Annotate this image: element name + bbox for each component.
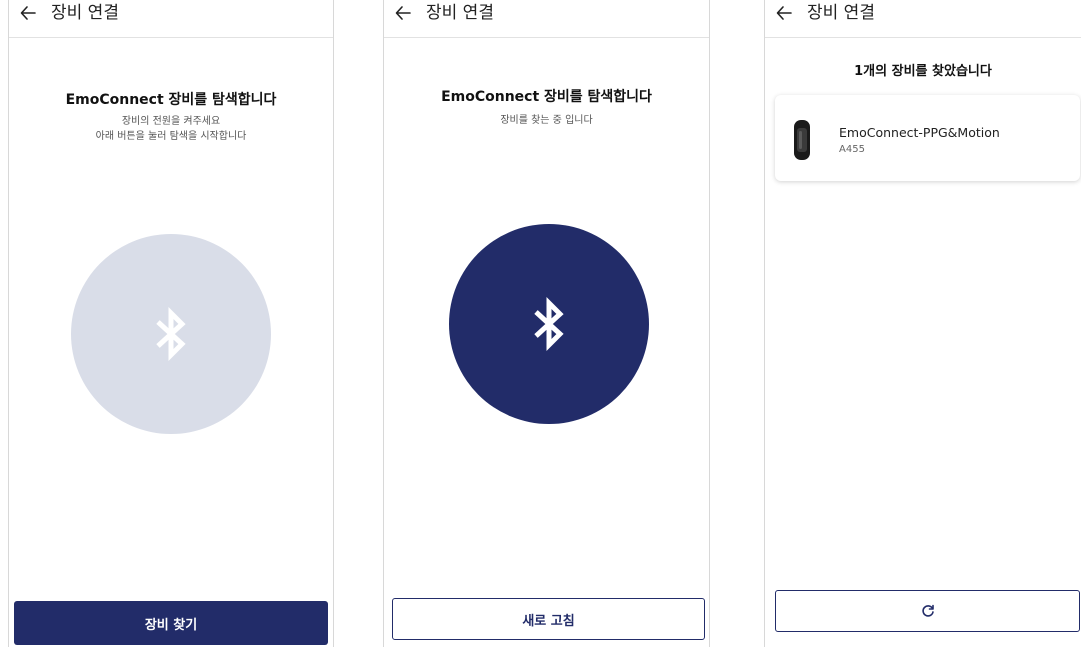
device-list-item[interactable]: EmoConnect-PPG&Motion A455 — [775, 95, 1080, 181]
app-stage: 장비 연결 EmoConnect 장비를 탐색합니다 장비의 전원을 켜주세요 … — [0, 0, 1081, 647]
screen-results: 장비 연결 1개의 장비를 찾았습니다 EmoConnect-PPG&Motio… — [764, 0, 1081, 647]
start-search-instruction: 아래 버튼을 눌러 탐색을 시작합니다 — [95, 131, 247, 142]
page-title: 장비 연결 — [807, 3, 875, 23]
refresh-icon — [921, 604, 934, 617]
wristband-icon — [794, 120, 810, 160]
power-on-instruction: 장비의 전원을 켜주세요 — [121, 116, 221, 127]
app-bar: 장비 연결 — [384, 0, 709, 38]
search-heading: EmoConnect 장비를 탐색합니다 — [65, 92, 277, 108]
device-id: A455 — [839, 144, 865, 155]
page-title: 장비 연결 — [426, 3, 494, 23]
screen-searching: 장비 연결 EmoConnect 장비를 탐색합니다 장비를 찾는 중 입니다 … — [383, 0, 710, 647]
device-name: EmoConnect-PPG&Motion — [839, 125, 1000, 140]
app-bar: 장비 연결 — [765, 0, 1081, 38]
refresh-button[interactable] — [775, 590, 1080, 632]
back-arrow-icon[interactable] — [394, 3, 412, 23]
screen-initial: 장비 연결 EmoConnect 장비를 탐색합니다 장비의 전원을 켜주세요 … — [8, 0, 334, 647]
searching-status: 장비를 찾는 중 입니다 — [500, 115, 593, 126]
back-arrow-icon[interactable] — [775, 3, 793, 23]
search-heading: EmoConnect 장비를 탐색합니다 — [441, 89, 652, 105]
bluetooth-circle-active[interactable] — [449, 224, 649, 424]
bluetooth-circle-idle[interactable] — [71, 234, 271, 434]
app-bar: 장비 연결 — [9, 0, 333, 38]
bluetooth-icon — [156, 306, 186, 362]
find-device-button[interactable]: 장비 찾기 — [14, 601, 328, 645]
results-heading: 1개의 장비를 찾았습니다 — [854, 64, 992, 79]
page-title: 장비 연결 — [51, 3, 119, 23]
back-arrow-icon[interactable] — [19, 3, 37, 23]
bluetooth-icon — [534, 296, 564, 352]
refresh-button[interactable]: 새로 고침 — [392, 598, 705, 640]
